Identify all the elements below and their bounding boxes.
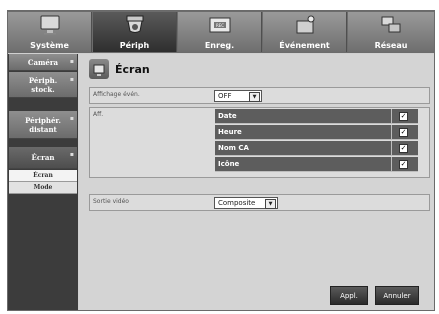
cancel-button[interactable]: Annuler [375, 286, 419, 305]
sidebar-item-label: Périphér. distant [25, 115, 61, 134]
expand-icon: ▪ [69, 151, 74, 158]
camera-icon [126, 15, 143, 33]
sidebar-item-peripher-distant[interactable]: Périphér. distant ▪ [9, 111, 77, 139]
sidebar-subitem-mode[interactable]: Mode [9, 182, 77, 194]
tab-systeme[interactable]: Système [8, 12, 92, 52]
alarm-icon [296, 15, 314, 34]
aff-item-label: Heure [218, 128, 242, 136]
divider [391, 109, 392, 124]
tab-label: Événement [279, 41, 330, 50]
sidebar-item-label: Périph. stock. [28, 75, 58, 94]
aff-row-icone: Icône ✓ [215, 157, 418, 172]
sidebar-item-periph-stock[interactable]: Périph. stock. ▪ [9, 72, 77, 98]
chevron-down-icon: ▼ [265, 199, 276, 209]
expand-icon: ▪ [69, 76, 74, 83]
sidebar-item-ecran[interactable]: Écran ▪ [9, 147, 77, 169]
divider [391, 125, 392, 140]
aff-item-label: Nom CA [218, 144, 249, 152]
chevron-down-icon: ▼ [249, 92, 260, 102]
svg-text:REC: REC [215, 23, 223, 28]
monitor-icon [40, 15, 59, 35]
select-value: Composite [218, 199, 256, 207]
event-display-select[interactable]: OFF ▼ [214, 90, 262, 102]
tab-reseau[interactable]: Réseau [348, 12, 434, 52]
sidebar-item-camera[interactable]: Caméra ▪ [9, 54, 77, 71]
aff-date-checkbox[interactable]: ✓ [399, 112, 408, 121]
event-display-row: Affichage évén. OFF ▼ [89, 87, 430, 104]
display-icon [89, 59, 109, 79]
aff-icone-checkbox[interactable]: ✓ [399, 160, 408, 169]
tab-label: Réseau [374, 41, 408, 50]
expand-icon: ▪ [69, 58, 74, 65]
event-display-label: Affichage évén. [93, 91, 140, 98]
divider [391, 141, 392, 156]
tab-label: Système [30, 41, 69, 50]
tab-label: Périph [119, 41, 150, 50]
tab-periph[interactable]: Périph [93, 12, 177, 52]
sidebar-subitem-ecran[interactable]: Écran [9, 170, 77, 182]
page-title: Écran [115, 63, 150, 76]
dvr-menu-window: Système Périph REC Enreg. Événement Rése… [7, 10, 435, 311]
sidebar-item-label: Écran [31, 153, 55, 162]
sidebar-subitem-label: Mode [33, 184, 53, 191]
aff-row-date: Date ✓ [215, 109, 418, 124]
apply-button[interactable]: Appl. [330, 286, 368, 305]
network-icon [381, 16, 401, 33]
top-tab-bar: Système Périph REC Enreg. Événement Rése… [8, 11, 434, 53]
sidebar-item-label: Caméra [27, 57, 59, 67]
divider [391, 157, 392, 172]
aff-nom-ca-checkbox[interactable]: ✓ [399, 144, 408, 153]
expand-icon: ▪ [69, 115, 74, 122]
aff-heure-checkbox[interactable]: ✓ [399, 128, 408, 137]
aff-label: Aff. [93, 111, 104, 118]
tab-evenement[interactable]: Événement [263, 12, 347, 52]
aff-item-label: Date [218, 112, 237, 120]
tab-enreg[interactable]: REC Enreg. [178, 12, 262, 52]
aff-item-label: Icône [218, 160, 240, 168]
sidebar: Caméra ▪ Périph. stock. ▪ Périphér. dist… [8, 54, 78, 310]
rec-icon: REC [209, 17, 230, 33]
video-output-row: Sortie vidéo Composite ▼ [89, 194, 430, 211]
aff-row-heure: Heure ✓ [215, 125, 418, 140]
video-output-select[interactable]: Composite ▼ [214, 197, 278, 209]
select-value: OFF [218, 92, 232, 100]
video-output-label: Sortie vidéo [93, 198, 129, 205]
tab-label: Enreg. [204, 41, 235, 50]
content-panel: Écran Affichage évén. OFF ▼ Aff. Date ✓ … [79, 54, 434, 310]
aff-row-nom-ca: Nom CA ✓ [215, 141, 418, 156]
sidebar-subitem-label: Écran [33, 172, 53, 179]
